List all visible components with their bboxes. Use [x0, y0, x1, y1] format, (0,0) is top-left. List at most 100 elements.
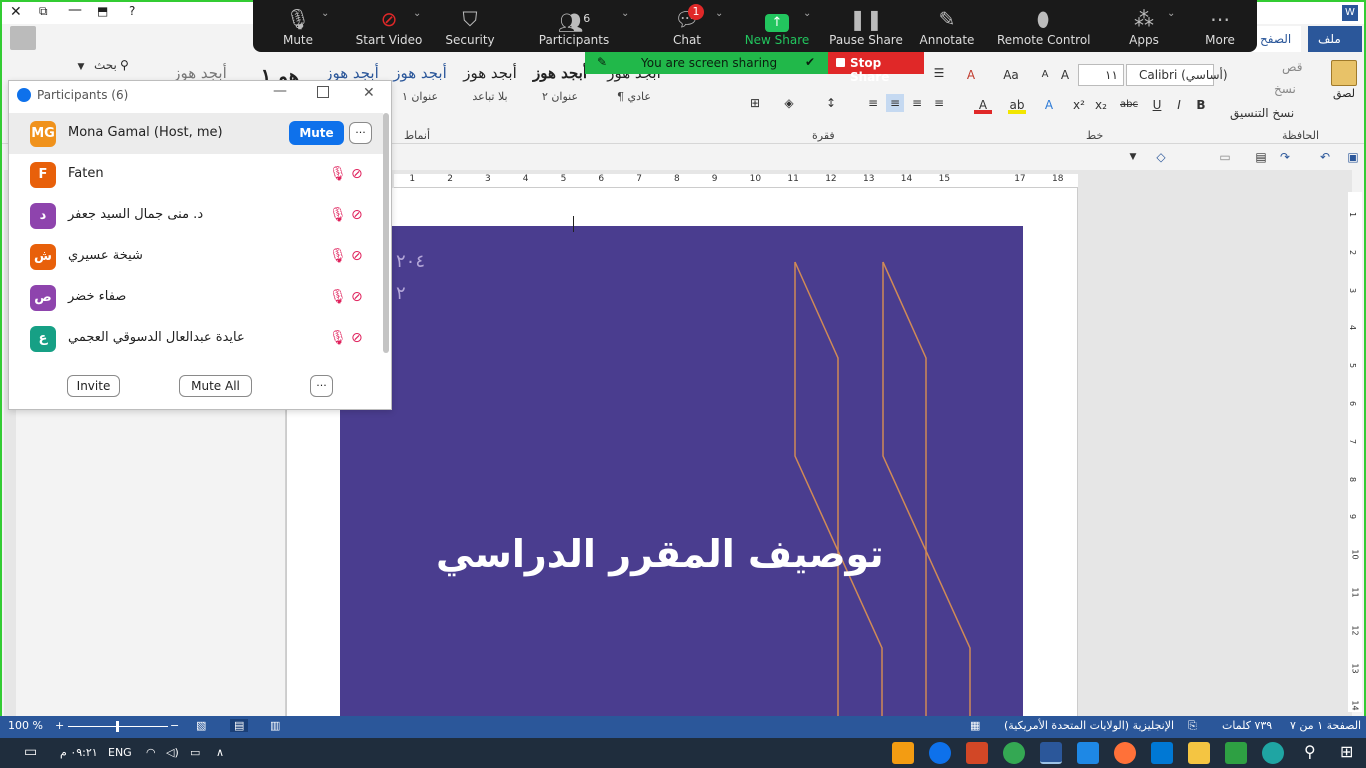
app-orange-icon[interactable] [892, 742, 914, 764]
tray-chevron-icon[interactable]: ∧ [216, 746, 224, 759]
font-size-select[interactable]: ١١ [1078, 64, 1124, 86]
ribbon-display-icon[interactable]: ⬒ [97, 4, 108, 18]
style-heading-2[interactable]: أبجد هوز عنوان ٢ [528, 58, 592, 110]
change-case-icon[interactable]: Aa [1002, 66, 1020, 84]
zoom-out-button[interactable]: − [170, 719, 179, 732]
minimize-icon[interactable]: — [273, 83, 287, 99]
language-indicator[interactable]: الإنجليزية (الولايات المتحدة الأمريكية) [1004, 719, 1174, 732]
panel-more-button[interactable]: ··· [310, 375, 333, 397]
align-right-icon[interactable]: ≡ [930, 94, 948, 112]
input-language[interactable]: ENG [108, 746, 132, 759]
participant-row[interactable]: F Faten 🎙︎ ⊘ [9, 154, 383, 195]
new-doc-icon[interactable]: ▭ [1216, 148, 1234, 166]
customize-qat-icon[interactable]: ▼ [1124, 148, 1142, 166]
search-icon[interactable]: ⚲ [1304, 742, 1316, 761]
participants-button[interactable]: 👥︎6 Participants [533, 6, 615, 47]
chevron-down-icon[interactable]: ⌄ [413, 8, 421, 19]
close-icon[interactable]: ✕ [363, 85, 375, 101]
battery-icon[interactable]: ▭ [190, 746, 200, 759]
cut-button[interactable]: قص [1282, 60, 1302, 74]
align-center-icon[interactable]: ≡ [908, 94, 926, 112]
list-icon[interactable]: ☰ [930, 64, 948, 82]
grow-font-icon[interactable]: A [1056, 66, 1074, 84]
style-heading-1[interactable]: أبجد هوز عنوان ١ [388, 58, 452, 110]
redo-icon[interactable]: ↷ [1276, 148, 1294, 166]
restore-icon[interactable]: ⧉ [39, 4, 48, 19]
superscript-button[interactable]: x² [1070, 96, 1088, 114]
chevron-down-icon[interactable]: ⌄ [621, 8, 629, 19]
security-button[interactable]: ⛉ Security [430, 6, 510, 47]
participant-row[interactable]: MG Mona Gamal (Host, me) Mute ··· [9, 113, 383, 154]
search-box[interactable]: ⚲ بحث [90, 56, 140, 76]
clear-format-icon[interactable]: A [962, 66, 980, 84]
help-icon[interactable]: ? [129, 4, 135, 18]
more-button[interactable]: ⋯ More [1180, 6, 1260, 47]
word-count[interactable]: ٧٣٩ كلمات [1222, 719, 1272, 732]
search-dropdown-icon[interactable]: ▼ [72, 58, 90, 76]
read-mode-icon[interactable]: ▧ [196, 719, 206, 732]
start-icon[interactable]: ⊞ [1340, 742, 1353, 761]
scrollbar[interactable] [383, 113, 389, 353]
mute-all-button[interactable]: Mute All [179, 375, 252, 397]
chevron-down-icon[interactable]: ⌄ [715, 8, 723, 19]
close-icon[interactable]: ✕ [10, 4, 22, 20]
file-explorer-icon[interactable] [1188, 742, 1210, 764]
video-app-icon[interactable] [1077, 742, 1099, 764]
zoom-in-button[interactable]: + [55, 719, 64, 732]
chevron-down-icon[interactable]: ⌄ [1167, 8, 1175, 19]
italic-button[interactable]: I [1170, 96, 1188, 114]
undo-icon[interactable]: ↶ [1316, 148, 1334, 166]
text-effects-icon[interactable]: A [1040, 96, 1058, 114]
chevron-down-icon[interactable]: ⌄ [321, 8, 329, 19]
zoom-slider-thumb[interactable] [116, 721, 119, 732]
chrome-icon[interactable] [1003, 742, 1025, 764]
style-no-spacing[interactable]: أبجد هوز بلا تباعد [458, 58, 522, 110]
invite-button[interactable]: Invite [67, 375, 120, 397]
notifications-icon[interactable]: ▭ [24, 744, 37, 760]
annotate-button[interactable]: ✎ Annotate [907, 6, 987, 47]
web-layout-icon[interactable]: ▥ [270, 719, 280, 732]
wifi-icon[interactable]: ◠ [146, 746, 156, 759]
remote-control-button[interactable]: ⬮ Remote Control [997, 6, 1091, 47]
print-layout-icon[interactable]: ▤ [230, 719, 249, 732]
justify-icon[interactable]: ≡ [864, 94, 882, 112]
firefox-icon[interactable] [1114, 742, 1136, 764]
zoom-app-icon[interactable] [929, 742, 951, 764]
participant-row[interactable]: د د. منى جمال السيد جعفر 🎙︎ ⊘ [9, 195, 383, 236]
participant-row[interactable]: ش شيخة عسيري 🎙︎ ⊘ [9, 236, 383, 277]
save-icon[interactable]: ▣ [1344, 148, 1362, 166]
shrink-font-icon[interactable]: A [1036, 66, 1054, 84]
line-spacing-icon[interactable]: ↕ [822, 94, 840, 112]
highlight-icon[interactable]: ab [1008, 96, 1026, 114]
proofing-icon[interactable]: ⎘ [1188, 719, 1197, 733]
format-painter-button[interactable]: نسخ التنسيق [1230, 106, 1294, 120]
participant-row[interactable]: ص صفاء خضر 🎙︎ ⊘ [9, 277, 383, 318]
align-left-icon[interactable]: ≡ [886, 94, 904, 112]
participant-more-button[interactable]: ··· [349, 122, 372, 144]
volume-icon[interactable]: ◁) [166, 746, 179, 759]
copy-button[interactable]: نسخ [1274, 82, 1296, 96]
zoom-level[interactable]: 100 % [8, 719, 43, 732]
shading-icon[interactable]: ◈ [780, 94, 798, 112]
page-count[interactable]: الصفحة ١ من ٧ [1290, 719, 1361, 732]
subscript-button[interactable]: x₂ [1092, 96, 1110, 114]
edge-icon[interactable] [1262, 742, 1284, 764]
pause-share-button[interactable]: ❚❚ Pause Share [826, 6, 906, 47]
borders-icon[interactable]: ⊞ [746, 94, 764, 112]
strikethrough-button[interactable]: abc [1116, 96, 1142, 114]
stop-share-button[interactable]: Stop Share [828, 52, 924, 84]
mute-participant-button[interactable]: Mute [289, 121, 344, 145]
word-app-icon[interactable] [1040, 742, 1062, 764]
maximize-icon[interactable] [317, 86, 329, 98]
participant-row[interactable]: ع عايدة عبدالعال الدسوقي العجمي 🎙︎ ⊘ [9, 318, 383, 359]
macro-icon[interactable]: ▦ [970, 719, 980, 732]
chevron-down-icon[interactable]: ⌄ [803, 8, 811, 19]
print-preview-icon[interactable]: ▤ [1252, 148, 1270, 166]
bold-button[interactable]: B [1192, 96, 1210, 114]
mail-icon[interactable] [1151, 742, 1173, 764]
powerpoint-icon[interactable] [966, 742, 988, 764]
paste-button[interactable]: لصق [1328, 58, 1360, 112]
user-avatar-icon[interactable] [10, 26, 36, 50]
underline-button[interactable]: U [1148, 96, 1166, 114]
font-name-select[interactable]: Calibri (أساسي) [1126, 64, 1228, 86]
